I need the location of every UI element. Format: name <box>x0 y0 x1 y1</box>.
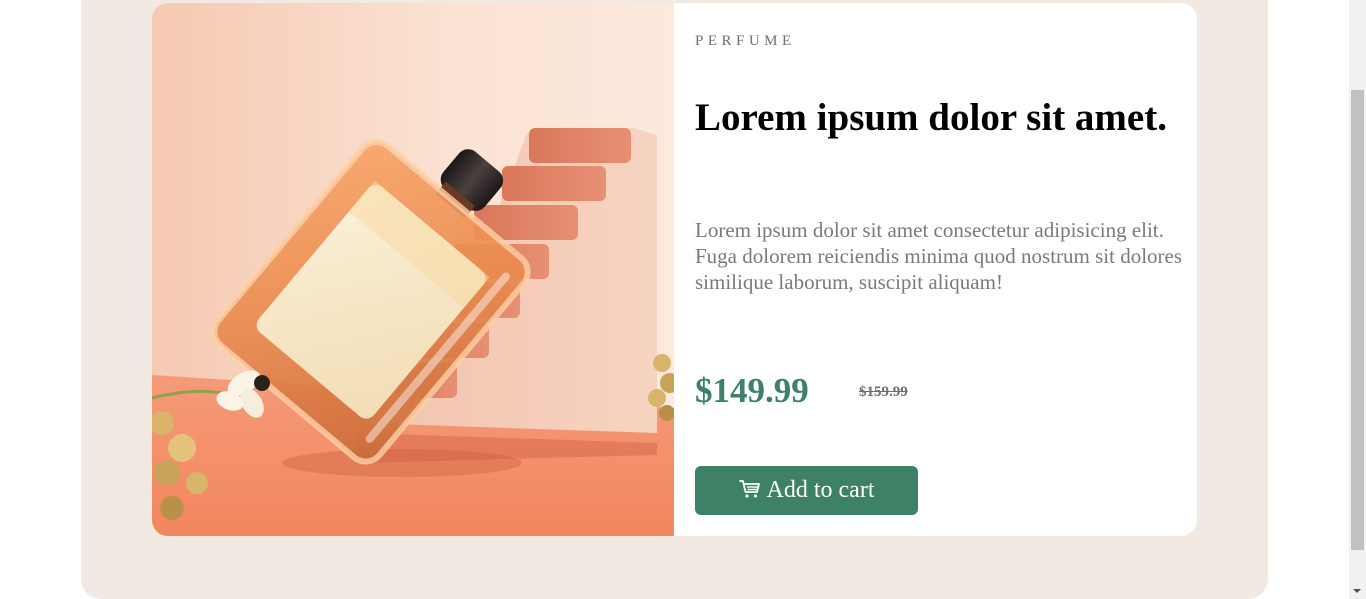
perfume-bottle-image <box>152 3 674 536</box>
product-old-price: $159.99 <box>859 384 908 400</box>
vertical-scrollbar[interactable] <box>1349 0 1366 599</box>
viewport: PERFUME Lorem ipsum dolor sit amet. Lore… <box>0 0 1366 599</box>
product-card: PERFUME Lorem ipsum dolor sit amet. Lore… <box>152 3 1197 536</box>
product-category: PERFUME <box>695 33 796 49</box>
product-description: Lorem ipsum dolor sit amet consectetur a… <box>695 218 1183 294</box>
cart-icon <box>738 479 761 499</box>
product-title: Lorem ipsum dolor sit amet. <box>695 96 1167 139</box>
add-to-cart-label: Add to cart <box>766 477 875 503</box>
product-details: PERFUME Lorem ipsum dolor sit amet. Lore… <box>674 3 1197 536</box>
product-price: $149.99 <box>695 371 809 410</box>
scroll-down-arrow-icon[interactable] <box>1353 589 1361 593</box>
product-image <box>152 3 674 536</box>
scrollbar-thumb[interactable] <box>1351 90 1364 550</box>
add-to-cart-button[interactable]: Add to cart <box>695 466 918 515</box>
